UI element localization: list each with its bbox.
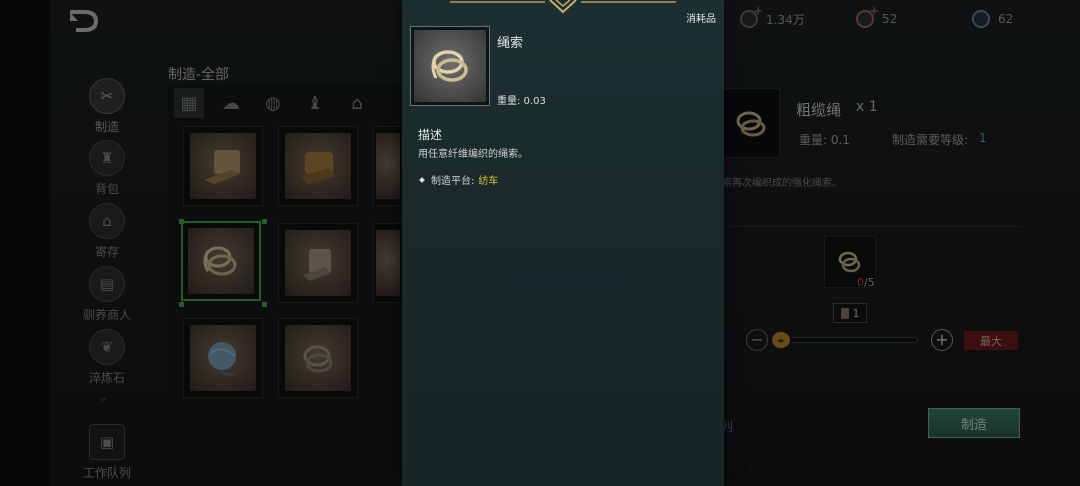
tooltip-thumb-frame (410, 26, 490, 106)
platform-value: 纺车 (478, 176, 499, 187)
bullet-icon (419, 176, 425, 183)
rope-icon (431, 50, 468, 82)
tooltip-description: 用任意纤维编织的绳索。 (418, 149, 528, 160)
tooltip-weight: 重量: 0.03 (497, 96, 546, 107)
ornament-icon (450, 0, 676, 14)
platform-label: 制造平台: (431, 176, 475, 187)
tooltip-category: 消耗品 (686, 14, 716, 25)
tooltip-platform: 制造平台: 纺车 (419, 172, 499, 187)
tooltip-item-name: 绳索 (497, 36, 524, 51)
tooltip-desc-title: 描述 (418, 128, 443, 142)
